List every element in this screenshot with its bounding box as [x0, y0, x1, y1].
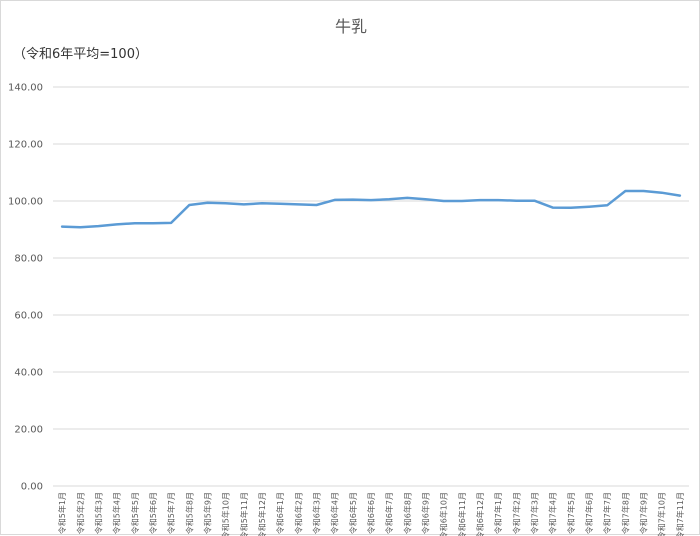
- x-tick-label: 令和6年2月: [293, 492, 303, 534]
- x-tick-label: 令和7年4月: [548, 492, 558, 534]
- x-tick-label: 令和5年11月: [239, 492, 249, 536]
- x-tick-label: 令和5年3月: [93, 492, 103, 534]
- x-tick-label: 令和7年1月: [493, 492, 503, 534]
- x-tick-label: 令和5年12月: [257, 492, 267, 536]
- x-tick-label: 令和5年4月: [112, 492, 122, 534]
- line-chart-plot: 0.00 20.00 40.00 60.00 80.00 100.00 120.00 140.…: [8, 83, 689, 536]
- x-tick-label: 令和5年7月: [166, 492, 176, 534]
- x-tick-label: 令和6年6月: [366, 492, 376, 534]
- x-tick-label: 令和5年9月: [202, 492, 212, 534]
- x-tick-label: 令和6年4月: [330, 492, 340, 534]
- y-tick-label: 40.00: [14, 368, 43, 379]
- x-tick-label: 令和6年5月: [348, 492, 358, 534]
- x-tick-label: 令和7年8月: [620, 492, 630, 534]
- x-tick-label: 令和7年6月: [584, 492, 594, 534]
- x-tick-label: 令和7年7月: [602, 492, 612, 534]
- x-tick-label: 令和5年10月: [221, 492, 231, 536]
- x-tick-label: 令和7年5月: [566, 492, 576, 534]
- x-tick-label: 令和5年6月: [148, 492, 158, 534]
- x-tick-label: 令和6年12月: [475, 492, 485, 536]
- x-tick-label: 令和7年9月: [639, 492, 649, 534]
- x-tick-label: 令和6年9月: [421, 492, 431, 534]
- x-tick-label: 令和6年7月: [384, 492, 394, 534]
- y-tick-label: 0.00: [21, 482, 43, 493]
- x-tick-label: 令和6年8月: [402, 492, 412, 534]
- x-tick-label: 令和5年2月: [75, 492, 85, 534]
- y-tick-label: 120.00: [8, 140, 43, 151]
- y-tick-label: 140.00: [8, 83, 43, 94]
- x-tick-label: 令和5年1月: [57, 492, 67, 534]
- x-tick-label: 令和7年11月: [675, 492, 685, 536]
- x-tick-label: 令和5年5月: [130, 492, 140, 534]
- series-line: [60, 189, 682, 229]
- x-tick-label: 令和7年2月: [511, 492, 521, 534]
- y-tick-label: 80.00: [14, 254, 43, 265]
- y-tick-label: 20.00: [14, 425, 43, 436]
- x-tick-label: 令和7年3月: [530, 492, 540, 534]
- x-tick-label: 令和6年11月: [457, 492, 467, 536]
- y-tick-label: 100.00: [8, 197, 43, 208]
- chart-root: 牛乳 （令和6年平均=100） 0.00 20.00 40.00 60.00 80.00…: [0, 0, 700, 536]
- x-tick-label: 令和7年10月: [657, 492, 667, 536]
- y-tick-label: 60.00: [14, 311, 43, 322]
- x-tick-label: 令和6年3月: [311, 492, 321, 534]
- x-tick-label: 令和5年8月: [184, 492, 194, 534]
- x-tick-label: 令和6年10月: [439, 492, 449, 536]
- x-tick-label: 令和6年1月: [275, 492, 285, 534]
